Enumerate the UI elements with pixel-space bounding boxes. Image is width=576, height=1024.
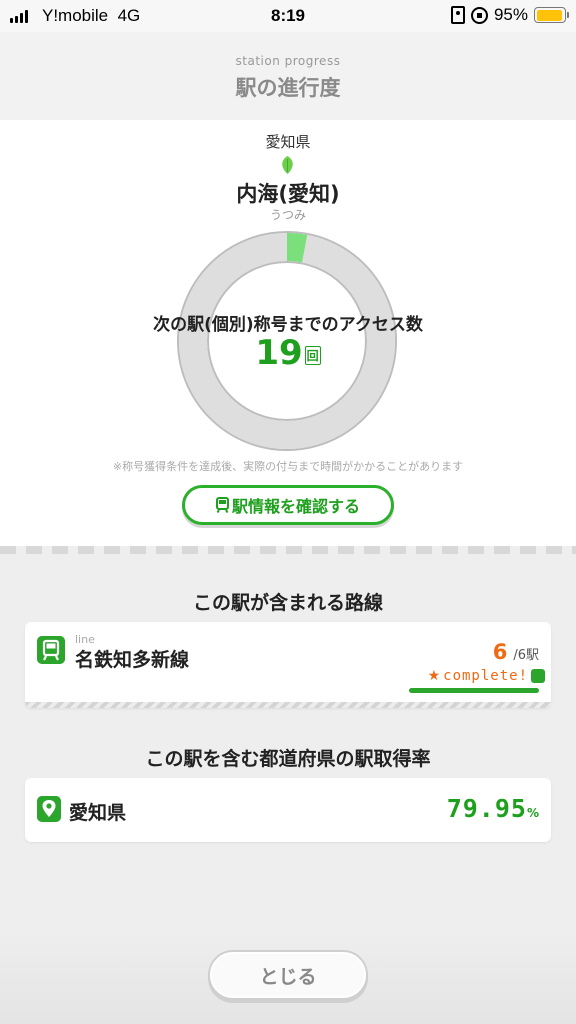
prefecture-label: 愛知県 — [265, 133, 311, 151]
orientation-icon — [450, 6, 465, 24]
prefecture-rate-value: 79.95 — [446, 794, 527, 823]
section-divider — [0, 546, 576, 554]
station-name: 内海(愛知) — [236, 182, 340, 206]
prefecture-rate-card: 愛知県 79.95% — [25, 778, 551, 842]
station-progress-card: 愛知県 内海(愛知) うつみ 次の駅(個別)称号までのアクセス数 19 回 ※称号… — [0, 120, 576, 546]
rotation-lock-icon — [470, 6, 488, 24]
star-icon: ★ — [427, 668, 441, 684]
status-right: 95% — [450, 5, 569, 25]
station-kana: うつみ — [269, 208, 306, 222]
lines-section-title: この駅が含まれる路線 — [192, 592, 383, 614]
battery-icon — [534, 7, 569, 23]
prefecture-rate-unit: % — [526, 806, 539, 820]
status-bar: Y!mobile 4G 8:19 95% — [0, 0, 576, 32]
train-line-icon — [37, 636, 65, 664]
prefecture-rate: 79.95% — [447, 794, 539, 823]
access-count-unit: 回 — [304, 346, 321, 365]
line-total-count: /6駅 — [513, 648, 539, 663]
complete-label: complete! — [443, 668, 528, 684]
complete-badge: ★ complete! — [428, 668, 545, 684]
battery-fill — [536, 9, 563, 21]
line-name: 名鉄知多新線 — [75, 649, 190, 671]
access-count: 19 回 — [0, 333, 576, 373]
access-count-label: 次の駅(個別)称号までのアクセス数 — [153, 315, 423, 335]
page-subtitle: station progress — [235, 54, 341, 68]
battery-percent: 95% — [493, 5, 528, 24]
line-station-count: 6/6駅 — [493, 640, 539, 664]
station-info-button[interactable]: 駅情報を確認する — [182, 485, 394, 525]
line-acquired-count: 6 — [492, 640, 508, 664]
prefecture-name: 愛知県 — [69, 802, 127, 824]
title-note: ※称号獲得条件を達成後、実際の付与まで時間がかかることがあります — [112, 460, 464, 473]
location-pin-icon — [37, 796, 61, 822]
card-stripe — [25, 702, 551, 708]
station-info-label: 駅情報を確認する — [231, 497, 360, 516]
line-card[interactable]: line 名鉄知多新線 6/6駅 ★ complete! — [25, 622, 551, 708]
page-title: 駅の進行度 — [235, 76, 341, 100]
line-progress-bar — [409, 688, 539, 693]
pref-section-title: この駅を含む都道府県の駅取得率 — [145, 748, 431, 770]
mascot-icon — [531, 669, 545, 683]
close-button[interactable]: とじる — [208, 950, 368, 1000]
page-header: station progress 駅の進行度 — [0, 32, 576, 120]
leaf-icon — [282, 156, 293, 174]
train-icon — [215, 497, 229, 513]
access-count-value: 19 — [255, 333, 303, 373]
